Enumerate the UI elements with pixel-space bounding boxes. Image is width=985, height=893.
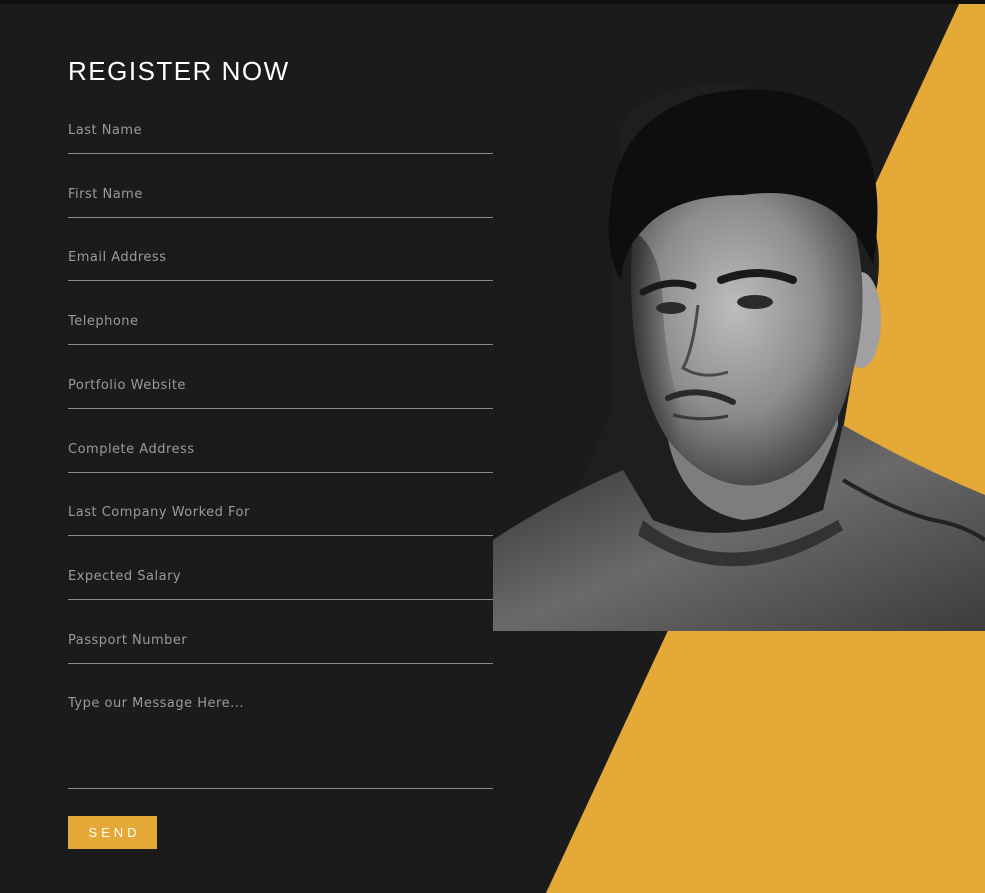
expected-salary-field [68, 559, 493, 600]
passport-number-field [68, 623, 493, 664]
complete-address-input[interactable] [68, 432, 493, 466]
portfolio-website-field [68, 368, 493, 409]
first-name-input[interactable] [68, 177, 493, 211]
portfolio-website-input[interactable] [68, 368, 493, 402]
last-company-input[interactable] [68, 495, 493, 529]
telephone-field [68, 304, 493, 345]
profile-photo [493, 84, 985, 631]
message-textarea[interactable] [68, 696, 493, 784]
first-name-field [68, 177, 493, 218]
send-button[interactable]: SEND [68, 816, 157, 849]
last-name-field [68, 113, 493, 154]
telephone-input[interactable] [68, 304, 493, 338]
expected-salary-input[interactable] [68, 559, 493, 593]
page-title: REGISTER NOW [68, 56, 290, 86]
email-field [68, 240, 493, 281]
last-name-input[interactable] [68, 113, 493, 147]
message-field [68, 696, 493, 789]
passport-number-input[interactable] [68, 623, 493, 657]
register-page: REGISTER NOW SEND [0, 0, 985, 893]
last-company-field [68, 495, 493, 536]
complete-address-field [68, 432, 493, 473]
email-input[interactable] [68, 240, 493, 274]
